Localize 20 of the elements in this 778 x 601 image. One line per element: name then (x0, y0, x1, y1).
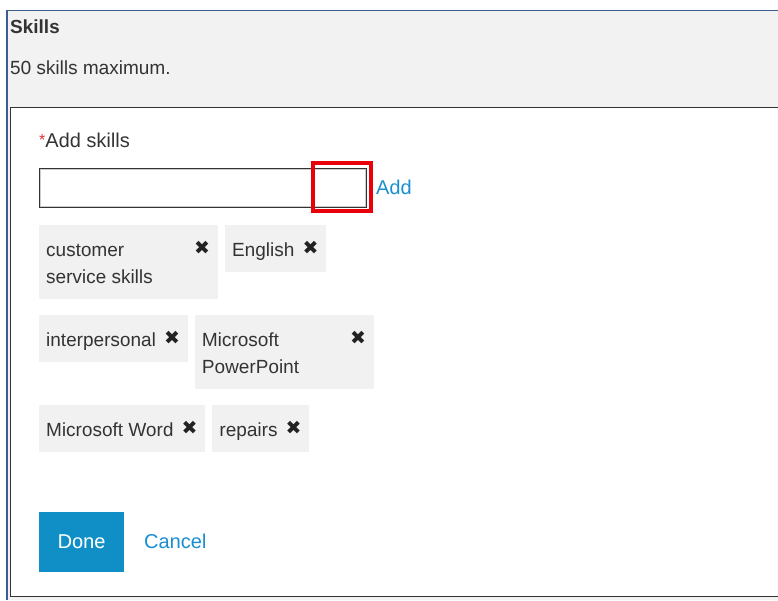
field-label: *Add skills (39, 129, 131, 154)
remove-icon[interactable]: ✖ (181, 417, 198, 441)
cancel-link[interactable]: Cancel (144, 530, 206, 554)
skill-input-field[interactable] (39, 168, 367, 208)
add-link[interactable]: Add (376, 176, 412, 200)
remove-icon[interactable]: ✖ (302, 237, 318, 261)
remove-icon[interactable]: ✖ (285, 417, 302, 441)
tag-label: interpersonal (46, 329, 156, 353)
tag-label: English (232, 239, 294, 263)
remove-icon[interactable]: ✖ (164, 327, 180, 351)
tag-label: Microsoft Word (46, 419, 174, 443)
section-title: Skills (10, 16, 61, 40)
required-mark: * (39, 132, 46, 149)
tag-label: customer service skills (46, 239, 154, 290)
tag-label: Microsoft PowerPoint (202, 329, 300, 380)
tag-label: repairs (219, 419, 278, 443)
remove-icon[interactable]: ✖ (194, 237, 210, 261)
remove-icon[interactable]: ✖ (350, 327, 366, 351)
done-button[interactable]: Done (39, 512, 124, 572)
section-subtitle: 50 skills maximum. (10, 57, 172, 81)
